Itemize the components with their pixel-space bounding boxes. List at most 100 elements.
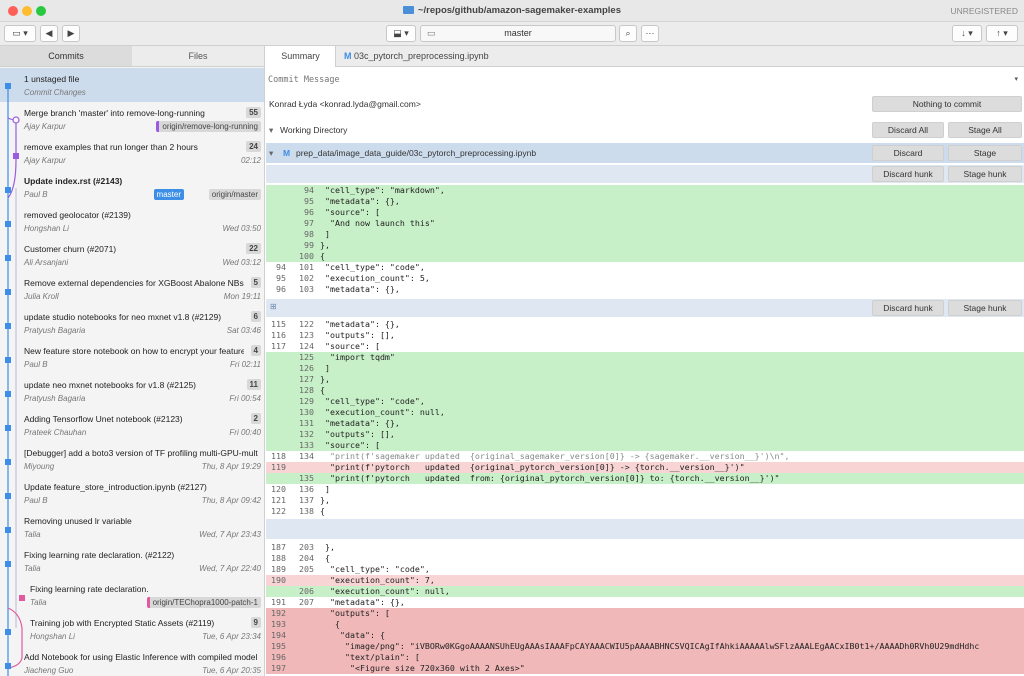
commit-row[interactable]: Add Notebook for using Elastic Inference… <box>0 646 264 676</box>
diff-line-text: "import tqdm" <box>320 352 395 362</box>
diff-line[interactable]: 135 "print(f'pytorch updated from: {orig… <box>266 473 1024 484</box>
collapse-icon[interactable]: ▾ <box>269 125 273 136</box>
diff-line[interactable]: 94 101 "cell_type": "code", <box>266 262 1024 273</box>
diff-line[interactable]: 127}, <box>266 374 1024 385</box>
diff-line[interactable]: 119 "print(f'pytorch updated {original_p… <box>266 462 1024 473</box>
commit-row[interactable]: Merge branch 'master' into remove-long-r… <box>0 102 264 136</box>
stage-file-button[interactable]: Stage <box>948 145 1022 161</box>
window-title: ~/repos/github/amazon-sagemaker-examples <box>0 5 1024 16</box>
tab-commits[interactable]: Commits <box>0 46 132 66</box>
diff-line[interactable]: 191 207 "metadata": {}, <box>266 597 1024 608</box>
diff-line[interactable]: 132 "outputs": [], <box>266 429 1024 440</box>
pull-button[interactable]: ↓ ▾ <box>952 25 982 42</box>
diff-line[interactable]: 194 "data": { <box>266 630 1024 641</box>
branch-tag[interactable]: master <box>153 189 184 200</box>
push-button[interactable]: ↑ ▾ <box>986 25 1018 42</box>
stage-all-button[interactable]: Stage All <box>948 122 1022 138</box>
discard-hunk-button[interactable]: Discard hunk <box>872 300 944 316</box>
diff-line[interactable]: 193 { <box>266 619 1024 630</box>
commit-row[interactable]: Adding Tensorflow Unet notebook (#2123) P… <box>0 408 264 442</box>
diff-line[interactable]: 131 "metadata": {}, <box>266 418 1024 429</box>
diff-line[interactable]: 96 "source": [ <box>266 207 1024 218</box>
commit-row[interactable]: Training job with Encrypted Static Asset… <box>0 612 264 646</box>
diff-line[interactable]: 118 134 "print(f'sagemaker updated {origi… <box>266 451 1024 462</box>
diff-line[interactable]: 120 136 ] <box>266 484 1024 495</box>
diff-line[interactable]: 190 "execution_count": 7, <box>266 575 1024 586</box>
commit-date: Wed 03:12 <box>222 258 261 267</box>
discard-file-button[interactable]: Discard <box>872 145 944 161</box>
diff-line[interactable]: 206 "execution_count": null, <box>266 586 1024 597</box>
diff-line[interactable]: 128 { <box>266 385 1024 396</box>
diff-line-text: { <box>320 553 330 563</box>
sidebar-toggle-button[interactable]: ▭ ▾ <box>4 25 36 42</box>
commit-row[interactable]: Fixing learning rate declaration. (#2122… <box>0 544 264 578</box>
stage-hunk-button[interactable]: Stage hunk <box>948 300 1022 316</box>
diff-line[interactable]: 195 "image/png": "iVBORw0KGgoAAAANSUhEUg… <box>266 641 1024 652</box>
diff-line[interactable]: 96 103 "metadata": {}, <box>266 284 1024 295</box>
discard-hunk-button[interactable]: Discard hunk <box>872 166 944 182</box>
diff-line-text: "data": { <box>320 630 385 640</box>
diff-line[interactable]: 116 123 "outputs": [], <box>266 330 1024 341</box>
commit-row[interactable]: Customer churn (#2071) Ali Arsanjani Wed 0… <box>0 238 264 272</box>
more-button[interactable]: ··· <box>641 25 659 42</box>
expand-icon[interactable]: ⊞ <box>270 302 277 311</box>
branch-tag[interactable]: origin/master <box>208 189 261 200</box>
diff-line[interactable]: 129 "cell_type": "code", <box>266 396 1024 407</box>
tab-summary[interactable]: Summary <box>266 46 336 67</box>
diff-line[interactable]: 130 "execution_count": null, <box>266 407 1024 418</box>
tab-files[interactable]: Files <box>132 46 264 66</box>
diff-line[interactable]: 192 "outputs": [ <box>266 608 1024 619</box>
discard-all-button[interactable]: Discard All <box>872 122 944 138</box>
diff-line[interactable]: 196 "text/plain": [ <box>266 652 1024 663</box>
commit-title: update neo mxnet notebooks for v1.8 (#21… <box>24 380 197 390</box>
diff-line[interactable]: 122 138 { <box>266 506 1024 517</box>
diff-line-text: "execution_count": null, <box>320 586 450 596</box>
commit-row[interactable]: Update feature_store_introduction.ipynb … <box>0 476 264 510</box>
tab-file[interactable]: M 03c_pytorch_preprocessing.ipynb <box>344 46 489 67</box>
commit-row[interactable]: Update index.rst (#2143) Paul Borigin/mas… <box>0 170 264 204</box>
diff-line[interactable]: 189 205 "cell_type": "code", <box>266 564 1024 575</box>
nothing-to-commit-button[interactable]: Nothing to commit <box>872 96 1022 112</box>
branch-tag[interactable]: origin/remove-long-running <box>156 121 261 132</box>
diff-line-text: "metadata": {}, <box>320 418 400 428</box>
diff-line[interactable]: 99}, <box>266 240 1024 251</box>
diff-line[interactable]: 117 124 "source": [ <box>266 341 1024 352</box>
commit-row[interactable]: New feature store notebook on how to enc… <box>0 340 264 374</box>
diff-line[interactable]: 187 203 }, <box>266 542 1024 553</box>
commit-row[interactable]: update studio notebooks for neo mxnet v1… <box>0 306 264 340</box>
commit-row[interactable]: removed geolocator (#2139) Hongshan Li Wed… <box>0 204 264 238</box>
forward-button[interactable]: ▶ <box>62 25 80 42</box>
commit-message-input[interactable] <box>268 72 988 88</box>
commit-title: Fixing learning rate declaration. <box>30 584 149 594</box>
diff-line[interactable]: 197 "<Figure size 720x360 with 2 Axes>" <box>266 663 1024 674</box>
diff-line[interactable]: 95 102 "execution_count": 5, <box>266 273 1024 284</box>
stash-button[interactable]: ⬓ ▾ <box>386 25 416 42</box>
diff-line[interactable]: 115 122 "metadata": {}, <box>266 319 1024 330</box>
commit-title: Adding Tensorflow Unet notebook (#2123) <box>24 414 183 424</box>
dropdown-icon[interactable]: ▾ <box>1014 75 1018 83</box>
diff-line[interactable]: 95 "metadata": {}, <box>266 196 1024 207</box>
diff-line[interactable]: 100 { <box>266 251 1024 262</box>
diff-line[interactable]: 121 137}, <box>266 495 1024 506</box>
diff-line[interactable]: 97 "And now launch this" <box>266 218 1024 229</box>
commit-row[interactable]: Removing unused lr variable Talia Wed, 7 A… <box>0 510 264 544</box>
commit-row[interactable]: [Debugger] add a boto3 version of TF pro… <box>0 442 264 476</box>
diff-line-text: "source": [ <box>320 440 380 450</box>
diff-line[interactable]: 133 "source": [ <box>266 440 1024 451</box>
uncommitted-changes-row[interactable]: 1 unstaged file Commit Changes <box>0 68 264 102</box>
diff-line[interactable]: 126 ] <box>266 363 1024 374</box>
stage-hunk-button[interactable]: Stage hunk <box>948 166 1022 182</box>
back-button[interactable]: ◀ <box>40 25 58 42</box>
diff-line[interactable]: 98 ] <box>266 229 1024 240</box>
diff-line[interactable]: 125 "import tqdm" <box>266 352 1024 363</box>
search-button[interactable]: ⌕ <box>619 25 637 42</box>
diff-line[interactable]: 94 "cell_type": "markdown", <box>266 185 1024 196</box>
commit-row[interactable]: Fixing learning rate declaration. Talia or… <box>0 578 264 612</box>
branch-selector[interactable]: ▭ master <box>420 25 616 42</box>
collapse-icon[interactable]: ▾ <box>269 148 273 159</box>
commit-row[interactable]: update neo mxnet notebooks for v1.8 (#21… <box>0 374 264 408</box>
diff-line[interactable]: 188 204 { <box>266 553 1024 564</box>
branch-tag[interactable]: origin/TEChopra1000-patch-1 <box>146 597 261 608</box>
commit-row[interactable]: remove examples that run longer than 2 h… <box>0 136 264 170</box>
commit-row[interactable]: Remove external dependencies for XGBoost… <box>0 272 264 306</box>
